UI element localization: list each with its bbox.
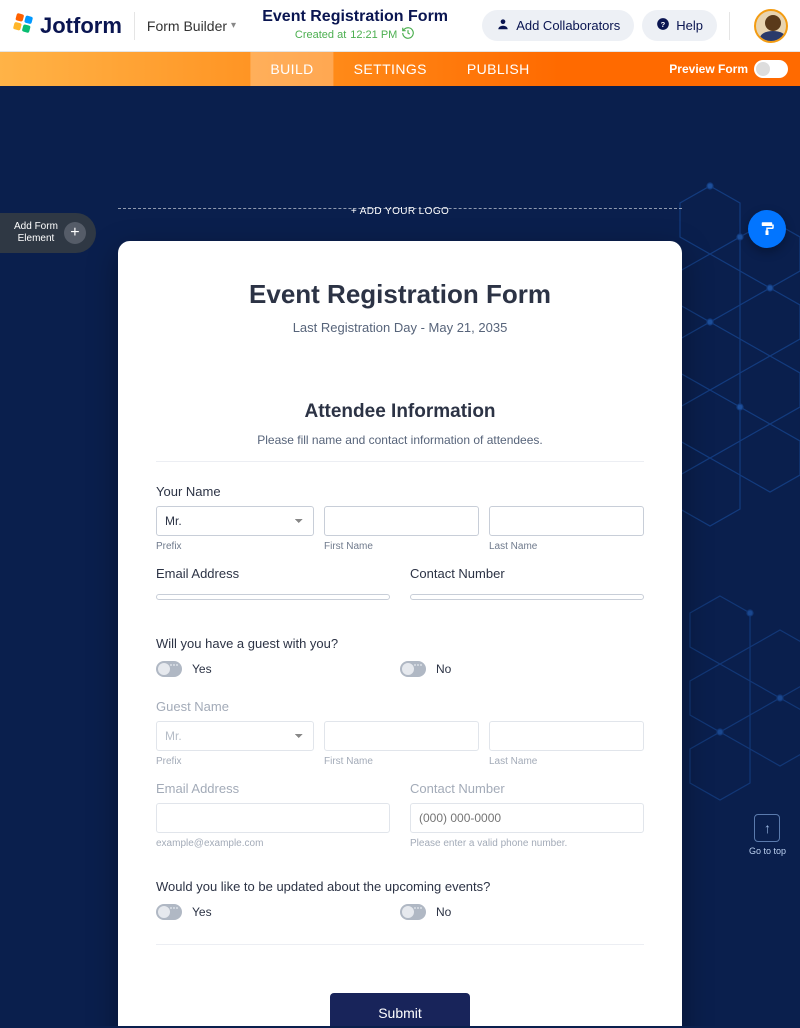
add-logo-label: + ADD YOUR LOGO (345, 206, 455, 217)
add-form-element-label: Add FormElement (14, 221, 58, 245)
contact-input[interactable] (410, 594, 644, 600)
guest-prefix-sublabel: Prefix (156, 756, 314, 767)
radio-icon (400, 661, 426, 677)
svg-text:?: ? (661, 20, 666, 29)
user-icon (496, 17, 510, 34)
submit-button[interactable]: Submit (330, 993, 470, 1026)
submit-wrap: Submit (156, 993, 644, 1026)
builder-nav: BUILD SETTINGS PUBLISH Preview Form (0, 52, 800, 86)
theme-fab-button[interactable] (748, 210, 786, 248)
guest-contact-hint: Please enter a valid phone number. (410, 838, 644, 849)
form-builder-label: Form Builder (147, 18, 227, 34)
history-icon[interactable] (401, 26, 415, 43)
guest-name-label: Guest Name (156, 699, 644, 714)
go-to-top-label: Go to top (749, 846, 786, 856)
divider (729, 12, 730, 40)
guest-contact-input[interactable] (410, 803, 644, 833)
tab-build[interactable]: BUILD (250, 52, 333, 86)
guest-last-name-sublabel: Last Name (489, 756, 644, 767)
guest-no-option[interactable]: No (400, 661, 644, 677)
logo-icon (12, 12, 34, 40)
your-name-row: Mr. Prefix First Name Last Name (156, 506, 644, 552)
your-first-name-input[interactable] (324, 506, 479, 536)
guest-email-input[interactable] (156, 803, 390, 833)
guest-email-contact-row: Email Address example@example.com Contac… (156, 781, 644, 849)
guest-radio-row: Yes No (156, 661, 644, 677)
radio-icon (156, 904, 182, 920)
guest-first-name-sublabel: First Name (324, 756, 479, 767)
radio-icon (400, 904, 426, 920)
plus-icon: + (64, 222, 86, 244)
add-collaborators-button[interactable]: Add Collaborators (482, 10, 634, 41)
paint-roller-icon (758, 220, 776, 238)
guest-name-row: Mr. Prefix First Name Last Name (156, 721, 644, 767)
workspace: Add FormElement + + ADD YOUR LOGO ↑ Go t… (0, 86, 800, 1026)
your-name-prefix-select[interactable]: Mr. (156, 506, 314, 536)
email-contact-row: Email Address Contact Number (156, 566, 644, 606)
add-logo-strip[interactable]: + ADD YOUR LOGO (118, 208, 682, 227)
arrow-up-icon: ↑ (754, 814, 780, 842)
updates-question: Would you like to be updated about the u… (156, 879, 644, 894)
top-bar: Jotform Form Builder ▾ Event Registratio… (0, 0, 800, 52)
created-time: 12:21 PM (350, 29, 397, 41)
add-form-element-button[interactable]: Add FormElement + (0, 213, 96, 253)
form-title[interactable]: Event Registration Form (236, 8, 474, 26)
first-name-sublabel: First Name (324, 541, 479, 552)
preview-toggle[interactable] (754, 60, 788, 78)
email-label: Email Address (156, 566, 390, 581)
preview-form-control: Preview Form (669, 60, 788, 78)
brand-logo[interactable]: Jotform (12, 12, 122, 40)
title-block: Event Registration Form Created at 12:21… (236, 8, 474, 43)
guest-prefix-select[interactable]: Mr. (156, 721, 314, 751)
section-subheading: Please fill name and contact information… (156, 433, 644, 462)
yes-label: Yes (192, 905, 212, 919)
guest-yes-option[interactable]: Yes (156, 661, 400, 677)
form-builder-dropdown[interactable]: Form Builder ▾ (147, 18, 236, 34)
contact-label: Contact Number (410, 566, 644, 581)
guest-email-hint: example@example.com (156, 838, 390, 849)
email-input[interactable] (156, 594, 390, 600)
preview-label: Preview Form (669, 62, 748, 76)
guest-question: Will you have a guest with you? (156, 636, 644, 651)
created-row: Created at 12:21 PM (236, 26, 474, 43)
guest-first-name-input[interactable] (324, 721, 479, 751)
last-name-sublabel: Last Name (489, 541, 644, 552)
help-icon: ? (656, 17, 670, 34)
go-to-top-button[interactable]: ↑ Go to top (749, 814, 786, 856)
guest-last-name-input[interactable] (489, 721, 644, 751)
form-card[interactable]: Event Registration Form Last Registratio… (118, 241, 682, 1026)
guest-email-label: Email Address (156, 781, 390, 796)
prefix-sublabel: Prefix (156, 541, 314, 552)
add-collaborators-label: Add Collaborators (516, 18, 620, 33)
updates-yes-option[interactable]: Yes (156, 904, 400, 920)
section-heading: Attendee Information (156, 401, 644, 423)
no-label: No (436, 662, 451, 676)
avatar[interactable] (754, 9, 788, 43)
tab-settings[interactable]: SETTINGS (334, 52, 447, 86)
help-button[interactable]: ? Help (642, 10, 717, 41)
divider (134, 12, 135, 40)
form-subheading: Last Registration Day - May 21, 2035 (156, 320, 644, 335)
help-label: Help (676, 18, 703, 33)
your-last-name-input[interactable] (489, 506, 644, 536)
radio-icon (156, 661, 182, 677)
guest-group: Guest Name Mr. Prefix First Name Last Na… (156, 699, 644, 849)
created-prefix: Created at (295, 29, 346, 41)
updates-radio-row: Yes No (156, 904, 644, 945)
tab-publish[interactable]: PUBLISH (447, 52, 550, 86)
brand-name: Jotform (40, 13, 122, 39)
guest-contact-label: Contact Number (410, 781, 644, 796)
no-label: No (436, 905, 451, 919)
updates-no-option[interactable]: No (400, 904, 644, 920)
form-heading: Event Registration Form (156, 279, 644, 310)
nav-tabs: BUILD SETTINGS PUBLISH (250, 52, 549, 86)
your-name-label: Your Name (156, 484, 644, 499)
yes-label: Yes (192, 662, 212, 676)
